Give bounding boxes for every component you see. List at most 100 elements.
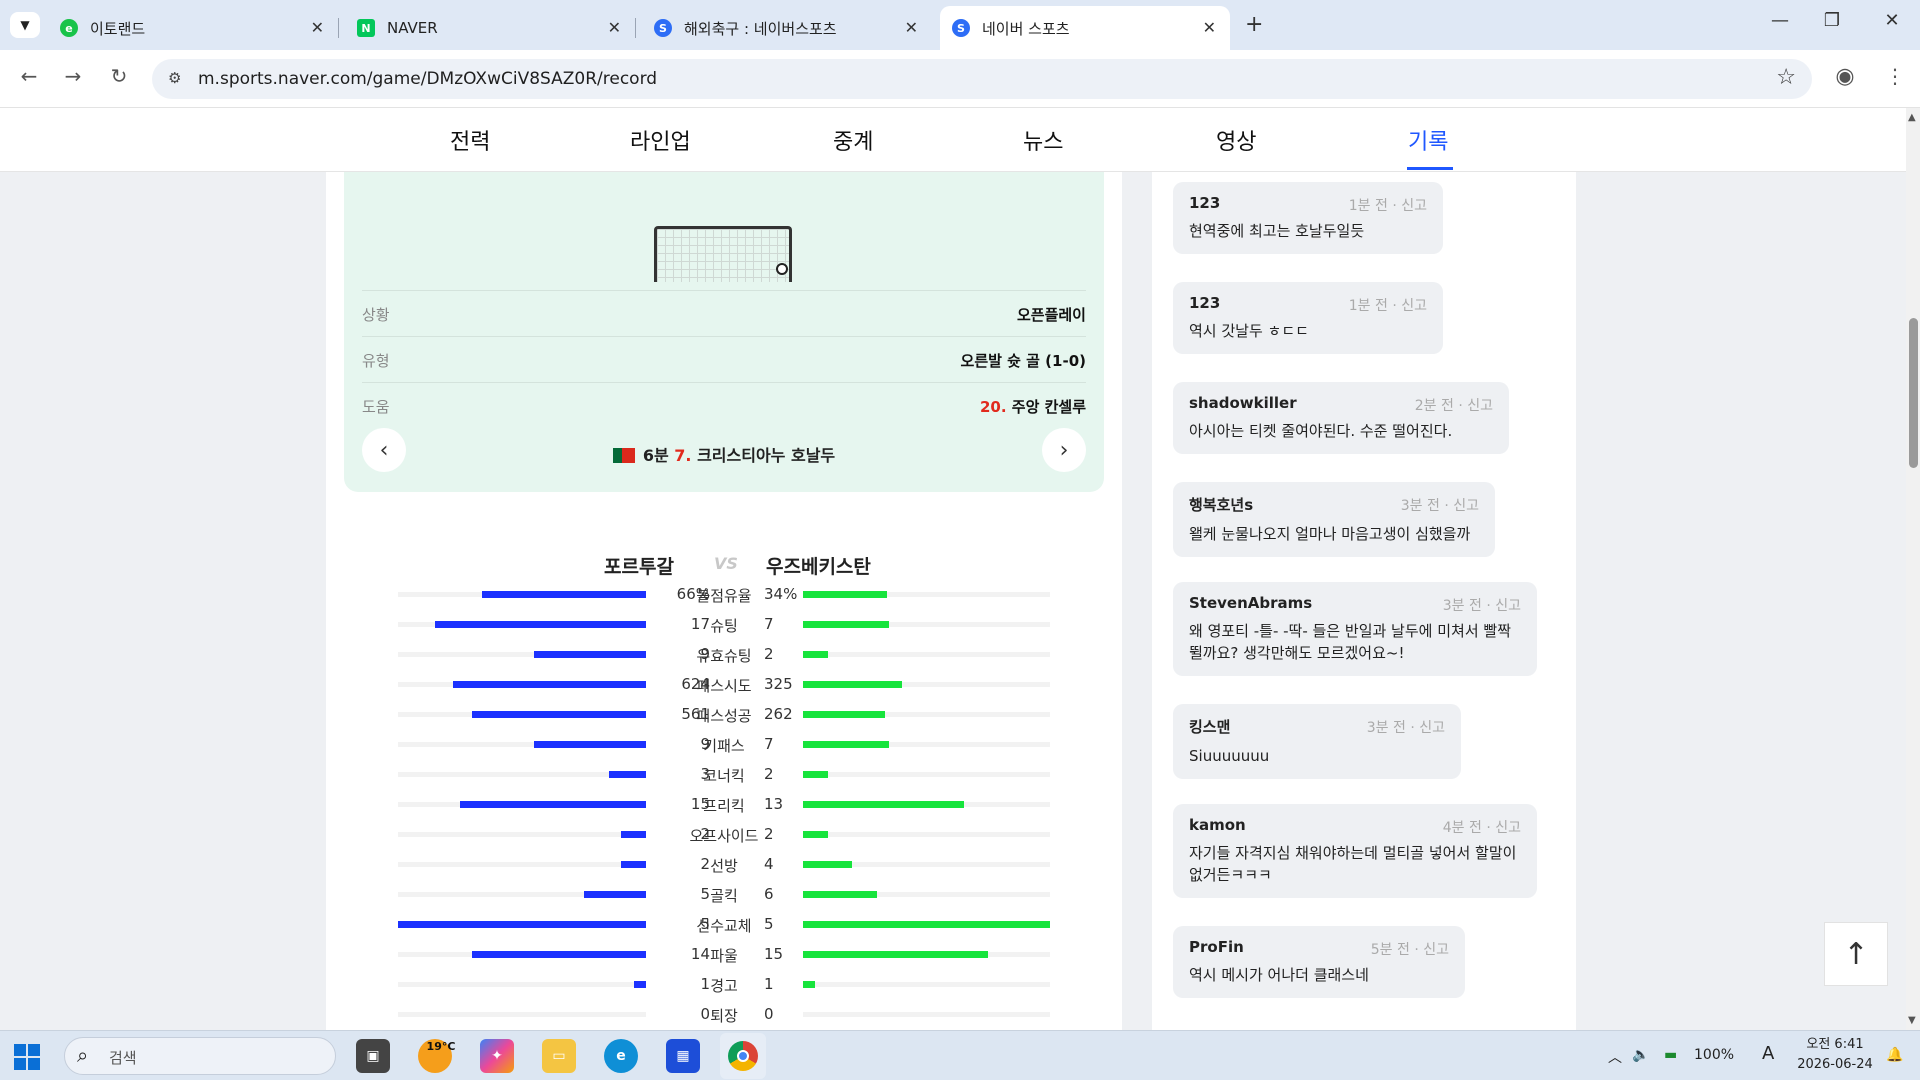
copilot-icon[interactable]: ✦ — [480, 1039, 514, 1073]
restore-icon[interactable]: ❐ — [1812, 10, 1852, 31]
away-stat-value: 6 — [764, 885, 774, 903]
edge-icon[interactable]: e — [604, 1039, 638, 1073]
close-icon[interactable]: ✕ — [311, 18, 324, 37]
tab-overseas-football[interactable]: S 해외축구 : 네이버스포츠 ✕ — [642, 6, 932, 50]
etoland-favicon-icon: e — [60, 19, 78, 37]
tab-lineup-strength[interactable]: 전력 — [450, 124, 490, 156]
store-icon[interactable]: ▦ — [666, 1039, 700, 1073]
stat-label: 경고 — [710, 977, 738, 995]
new-tab-icon[interactable]: + — [1245, 12, 1263, 37]
bookmark-star-icon[interactable]: ☆ — [1776, 65, 1796, 90]
tab-lineup[interactable]: 라인업 — [630, 124, 691, 156]
tab-broadcast[interactable]: 중계 — [833, 124, 873, 156]
comment-meta-report[interactable]: 4분 전 · 신고 — [1443, 817, 1521, 837]
scroll-down-icon[interactable]: ▼ — [1908, 1015, 1916, 1026]
tab-etoland[interactable]: e 이토랜드 ✕ — [48, 6, 339, 50]
forward-icon[interactable]: → — [58, 64, 88, 88]
away-stat-value: 325 — [764, 675, 793, 693]
tab-title: 해외축구 : 네이버스포츠 — [684, 19, 837, 38]
away-stat-value: 4 — [764, 855, 774, 873]
windows-start-icon[interactable] — [14, 1044, 40, 1070]
file-explorer-icon[interactable]: ▭ — [542, 1039, 576, 1073]
away-stat-value: 34% — [764, 585, 798, 603]
goal-info-row: 도움 20. 주앙 칸셀루 — [362, 382, 1086, 428]
info-key: 상황 — [362, 306, 390, 324]
close-icon[interactable]: ✕ — [1203, 18, 1216, 37]
comment-item: 행복호년s 3분 전 · 신고 왤케 눈물나오지 얼마나 마음고생이 심했을까 — [1173, 482, 1495, 557]
system-clock[interactable]: 오전 6:41 2026-06-24 — [1790, 1035, 1880, 1075]
address-bar[interactable]: ⚙ m.sports.naver.com/game/DMzOXwCiV8SAZ0… — [152, 59, 1812, 99]
portugal-flag-icon — [612, 448, 635, 463]
comment-text: 역시 메시가 어나더 클래스네 — [1189, 966, 1369, 984]
more-menu-icon[interactable]: ⋮ — [1880, 64, 1910, 88]
profile-icon[interactable]: ◉ — [1830, 64, 1860, 89]
close-icon[interactable]: ✕ — [905, 18, 918, 37]
tab-naver[interactable]: N NAVER ✕ — [345, 6, 636, 50]
comment-meta-report[interactable]: 5분 전 · 신고 — [1371, 939, 1449, 959]
battery-icon[interactable]: ▬ — [1664, 1047, 1677, 1063]
comment-meta-report[interactable]: 1분 전 · 신고 — [1349, 295, 1427, 315]
tray-overflow-icon[interactable]: ︿ — [1608, 1047, 1622, 1067]
comment-text: 왜 영포티 -틀- -딱- 들은 반일과 날두에 미쳐서 빨짝 뛸까요? 생각만… — [1189, 622, 1511, 662]
tab-separator — [635, 18, 636, 38]
site-info-icon[interactable]: ⚙ — [168, 69, 181, 87]
ime-indicator[interactable]: A — [1762, 1043, 1774, 1064]
page-scrollbar[interactable]: ▲ ▼ — [1906, 108, 1920, 1030]
url-text[interactable]: m.sports.naver.com/game/DMzOXwCiV8SAZ0R/… — [198, 69, 657, 89]
taskbar: ⌕ 검색 ▣ 19°C ✦ ▭ e ▦ ︿ 🔈 ▬ 100% A 오전 6:41… — [0, 1030, 1920, 1080]
active-tab-indicator — [1407, 167, 1453, 170]
taskbar-search[interactable]: ⌕ 검색 — [64, 1037, 336, 1075]
scrollbar-thumb[interactable] — [1909, 318, 1918, 468]
tab-title: NAVER — [387, 19, 438, 37]
back-icon[interactable]: ← — [14, 64, 44, 88]
stat-row: 5 선수교체 5 — [398, 912, 1050, 936]
tab-video[interactable]: 영상 — [1216, 124, 1256, 156]
away-stat-value: 262 — [764, 705, 793, 723]
ball-icon — [776, 263, 788, 275]
window-close-icon[interactable]: ✕ — [1872, 10, 1912, 31]
tab-naver-sports[interactable]: S 네이버 스포츠 ✕ — [940, 6, 1230, 50]
comment-meta-report[interactable]: 1분 전 · 신고 — [1349, 195, 1427, 215]
scroll-to-top-button[interactable]: ↑ — [1824, 922, 1888, 986]
stat-row: 2 선방 4 — [398, 852, 1050, 876]
comment-item: ProFin 5분 전 · 신고 역시 메시가 어나더 클래스네 — [1173, 926, 1465, 998]
comment-text: 현역중에 최고는 호날두일듯 — [1189, 222, 1365, 240]
stat-label: 패스시도 — [696, 677, 752, 695]
stat-row: 3 코너킥 2 — [398, 762, 1050, 786]
tab-record[interactable]: 기록 — [1408, 124, 1448, 156]
stat-label: 프리킥 — [703, 797, 745, 815]
notification-bell-icon[interactable]: 🔔 — [1886, 1047, 1903, 1063]
minimize-icon[interactable]: — — [1760, 10, 1800, 31]
stat-label: 유효슈팅 — [696, 647, 752, 665]
stat-row: 15 프리킥 13 — [398, 792, 1050, 816]
away-stat-value: 5 — [764, 915, 774, 933]
tab-news[interactable]: 뉴스 — [1023, 124, 1063, 156]
chrome-icon[interactable] — [720, 1033, 766, 1079]
stat-label: 오프사이드 — [689, 827, 759, 845]
weather-temp: 19°C — [426, 1039, 456, 1053]
stat-label: 선방 — [710, 857, 738, 875]
volume-icon[interactable]: 🔈 — [1632, 1047, 1649, 1063]
weather-icon[interactable]: 19°C — [418, 1039, 455, 1073]
arrow-up-icon: ↑ — [1843, 936, 1869, 972]
comment-meta-report[interactable]: 3분 전 · 신고 — [1401, 495, 1479, 515]
comment-meta-report[interactable]: 2분 전 · 신고 — [1415, 395, 1493, 415]
game-nav: 전력 라인업 중계 뉴스 영상 기록 — [0, 108, 1906, 172]
away-stat-value: 2 — [764, 765, 774, 783]
comment-meta-report[interactable]: 3분 전 · 신고 — [1367, 717, 1445, 737]
stat-row: 0 퇴장 0 — [398, 1002, 1050, 1026]
reload-icon[interactable]: ↻ — [104, 64, 134, 88]
comment-meta-report[interactable]: 3분 전 · 신고 — [1443, 595, 1521, 615]
search-placeholder: 검색 — [109, 1049, 137, 1067]
scroll-up-icon[interactable]: ▲ — [1908, 112, 1916, 123]
assist-name: 주앙 칸셀루 — [1011, 398, 1086, 416]
away-stat-value: 1 — [764, 975, 774, 993]
tab-search-button[interactable]: ▼ — [10, 12, 40, 38]
info-key: 유형 — [362, 352, 390, 370]
stat-label: 볼점유율 — [696, 587, 752, 605]
task-view-icon[interactable]: ▣ — [356, 1039, 390, 1073]
close-icon[interactable]: ✕ — [608, 18, 621, 37]
goal-detail-card: 상황 오픈플레이 유형 오른발 슛 골 (1-0) 도움 20. 주앙 칸셀루 … — [344, 172, 1104, 492]
stat-row: 17 슈팅 7 — [398, 612, 1050, 636]
next-goal-button[interactable]: › — [1042, 428, 1086, 472]
